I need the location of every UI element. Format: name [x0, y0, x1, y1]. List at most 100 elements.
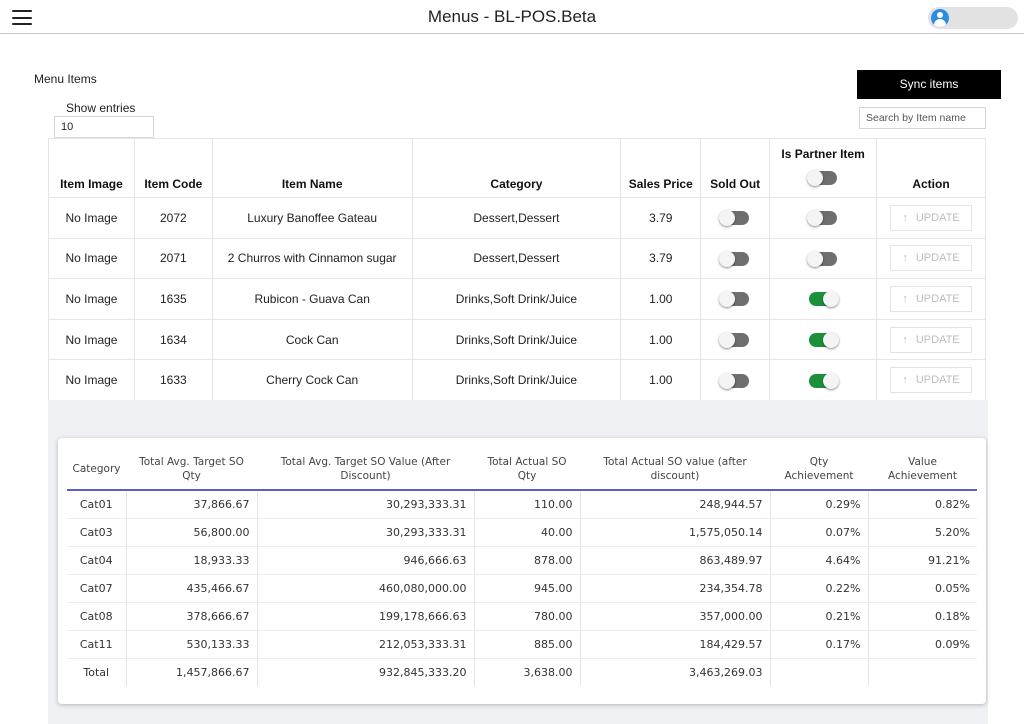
update-button-label: UPDATE	[915, 292, 960, 305]
partner-item-toggle[interactable]	[807, 210, 838, 227]
update-button[interactable]: ↑ UPDATE	[890, 285, 972, 312]
item-code-cell: 1633	[133, 359, 213, 401]
action-cell: ↑ UPDATE	[876, 359, 986, 401]
summary-value-cell: 110.00	[473, 490, 580, 519]
item-price-cell: 1.00	[620, 359, 702, 401]
summary-value-cell: 0.29%	[769, 490, 868, 519]
update-button-label: UPDATE	[915, 211, 960, 224]
sold-out-toggle[interactable]	[719, 210, 750, 227]
sold-out-cell	[700, 197, 771, 239]
table-header-row: Item Image Item Code Item Name Category …	[48, 138, 986, 198]
summary-row: Cat01 37,866.67 30,293,333.31 110.00 248,944…	[67, 490, 977, 519]
item-code-cell: 1635	[133, 278, 213, 320]
summary-value-cell: 863,489.97	[579, 546, 770, 575]
summary-column-header: Qty Achievement	[770, 448, 868, 491]
partner-cell	[769, 278, 877, 320]
table-row: No Image 1633 Cherry Cock Can Drinks,Soft D…	[48, 359, 986, 401]
upload-arrow-icon: ↑	[902, 292, 908, 305]
search-input[interactable]	[859, 107, 986, 129]
show-entries-label: Show entries	[66, 101, 136, 115]
partner-cell	[769, 359, 877, 401]
item-category-cell: Drinks,Soft Drink/Juice	[411, 318, 622, 361]
summary-row: Cat04 18,933.33 946,666.63 878.00 863,489.97…	[67, 546, 977, 575]
summary-category-cell: Cat01	[67, 490, 126, 519]
partner-item-toggle[interactable]	[809, 291, 840, 308]
summary-value-cell: 30,293,333.31	[256, 490, 474, 519]
summary-row: Cat08 378,666.67 199,178,666.63 780.00 357,0…	[67, 602, 977, 631]
partner-item-toggle[interactable]	[809, 372, 840, 389]
user-menu[interactable]	[928, 7, 1018, 29]
item-category-cell: Dessert,Dessert	[411, 237, 622, 280]
summary-value-cell: 18,933.33	[125, 546, 257, 575]
item-price-cell: 1.00	[620, 278, 702, 320]
sold-out-toggle[interactable]	[719, 291, 750, 308]
upload-arrow-icon: ↑	[902, 333, 908, 346]
entries-count-input[interactable]: 10	[54, 116, 154, 138]
item-code-cell: 2071	[133, 237, 213, 280]
summary-header-row: Category Total Avg. Target SO Qty Total …	[67, 448, 977, 491]
item-image-cell: No Image	[48, 359, 135, 401]
partner-all-toggle[interactable]	[807, 170, 838, 186]
partner-item-toggle[interactable]	[809, 331, 840, 348]
summary-value-cell: 3,638.00	[473, 658, 580, 686]
action-cell: ↑ UPDATE	[876, 237, 986, 280]
item-name-cell: Cherry Cock Can	[211, 359, 413, 401]
summary-value-cell: 0.05%	[867, 574, 977, 603]
item-name-cell: 2 Churros with Cinnamon sugar	[211, 237, 413, 280]
item-code-cell: 1634	[133, 318, 213, 361]
column-header: Item Name	[211, 138, 413, 198]
upload-arrow-icon: ↑	[902, 211, 908, 224]
summary-value-cell: 40.00	[473, 518, 580, 547]
summary-value-cell: 0.18%	[867, 602, 977, 631]
summary-value-cell: 945.00	[473, 574, 580, 603]
sold-out-toggle[interactable]	[719, 372, 750, 389]
summary-row: Cat11 530,133.33 212,053,333.31 885.00 184,4…	[67, 630, 977, 659]
action-cell: ↑ UPDATE	[876, 278, 986, 320]
summary-value-cell: 0.07%	[769, 518, 868, 547]
partner-item-toggle[interactable]	[807, 250, 838, 267]
summary-row: Cat07 435,466.67 460,080,000.00 945.00 234,3…	[67, 574, 977, 603]
summary-value-cell: 946,666.63	[256, 546, 474, 575]
update-button[interactable]: ↑ UPDATE	[890, 204, 972, 231]
column-header: Action	[876, 138, 986, 198]
item-image-cell: No Image	[48, 197, 135, 239]
update-button[interactable]: ↑ UPDATE	[890, 367, 972, 394]
summary-table: Category Total Avg. Target SO Qty Total …	[67, 448, 977, 686]
update-button[interactable]: ↑ UPDATE	[890, 326, 972, 353]
summary-category-cell: Cat04	[67, 546, 126, 575]
summary-row: Cat03 56,800.00 30,293,333.31 40.00 1,575,05…	[67, 518, 977, 547]
summary-value-cell: 199,178,666.63	[256, 602, 474, 631]
column-header: Sales Price	[620, 138, 702, 198]
summary-column-header: Total Avg. Target SO Qty	[126, 448, 257, 491]
summary-value-cell: 0.82%	[867, 490, 977, 519]
sold-out-toggle[interactable]	[719, 250, 750, 267]
column-header: Sold Out	[700, 138, 771, 198]
partner-cell	[769, 237, 877, 280]
sync-items-button[interactable]: Sync items	[857, 70, 1001, 99]
summary-value-cell: 248,944.57	[579, 490, 770, 519]
update-button-label: UPDATE	[915, 333, 960, 346]
update-button-label: UPDATE	[915, 374, 960, 387]
action-cell: ↑ UPDATE	[876, 197, 986, 239]
page-title: Menus - BL-POS.Beta	[427, 7, 597, 26]
summary-category-cell: Cat03	[67, 518, 126, 547]
partner-cell	[769, 318, 877, 361]
upload-arrow-icon: ↑	[902, 252, 908, 265]
summary-value-cell: 378,666.67	[125, 602, 257, 631]
partner-cell	[769, 197, 877, 239]
summary-category-cell: Cat11	[67, 630, 126, 659]
summary-category-cell: Cat08	[67, 602, 126, 631]
summary-value-cell	[867, 658, 977, 686]
summary-column-header: Category	[67, 448, 126, 491]
summary-value-cell: 780.00	[473, 602, 580, 631]
sold-out-toggle[interactable]	[719, 331, 750, 348]
item-price-cell: 3.79	[620, 237, 702, 280]
summary-value-cell: 435,466.67	[125, 574, 257, 603]
item-category-cell: Dessert,Dessert	[411, 197, 622, 239]
summary-value-cell: 530,133.33	[125, 630, 257, 659]
item-image-cell: No Image	[48, 237, 135, 280]
summary-value-cell: 4.64%	[769, 546, 868, 575]
summary-value-cell: 3,463,269.03	[579, 658, 770, 686]
update-button[interactable]: ↑ UPDATE	[890, 245, 972, 272]
summary-column-header: Total Avg. Target SO Value (After Discou…	[257, 448, 474, 491]
